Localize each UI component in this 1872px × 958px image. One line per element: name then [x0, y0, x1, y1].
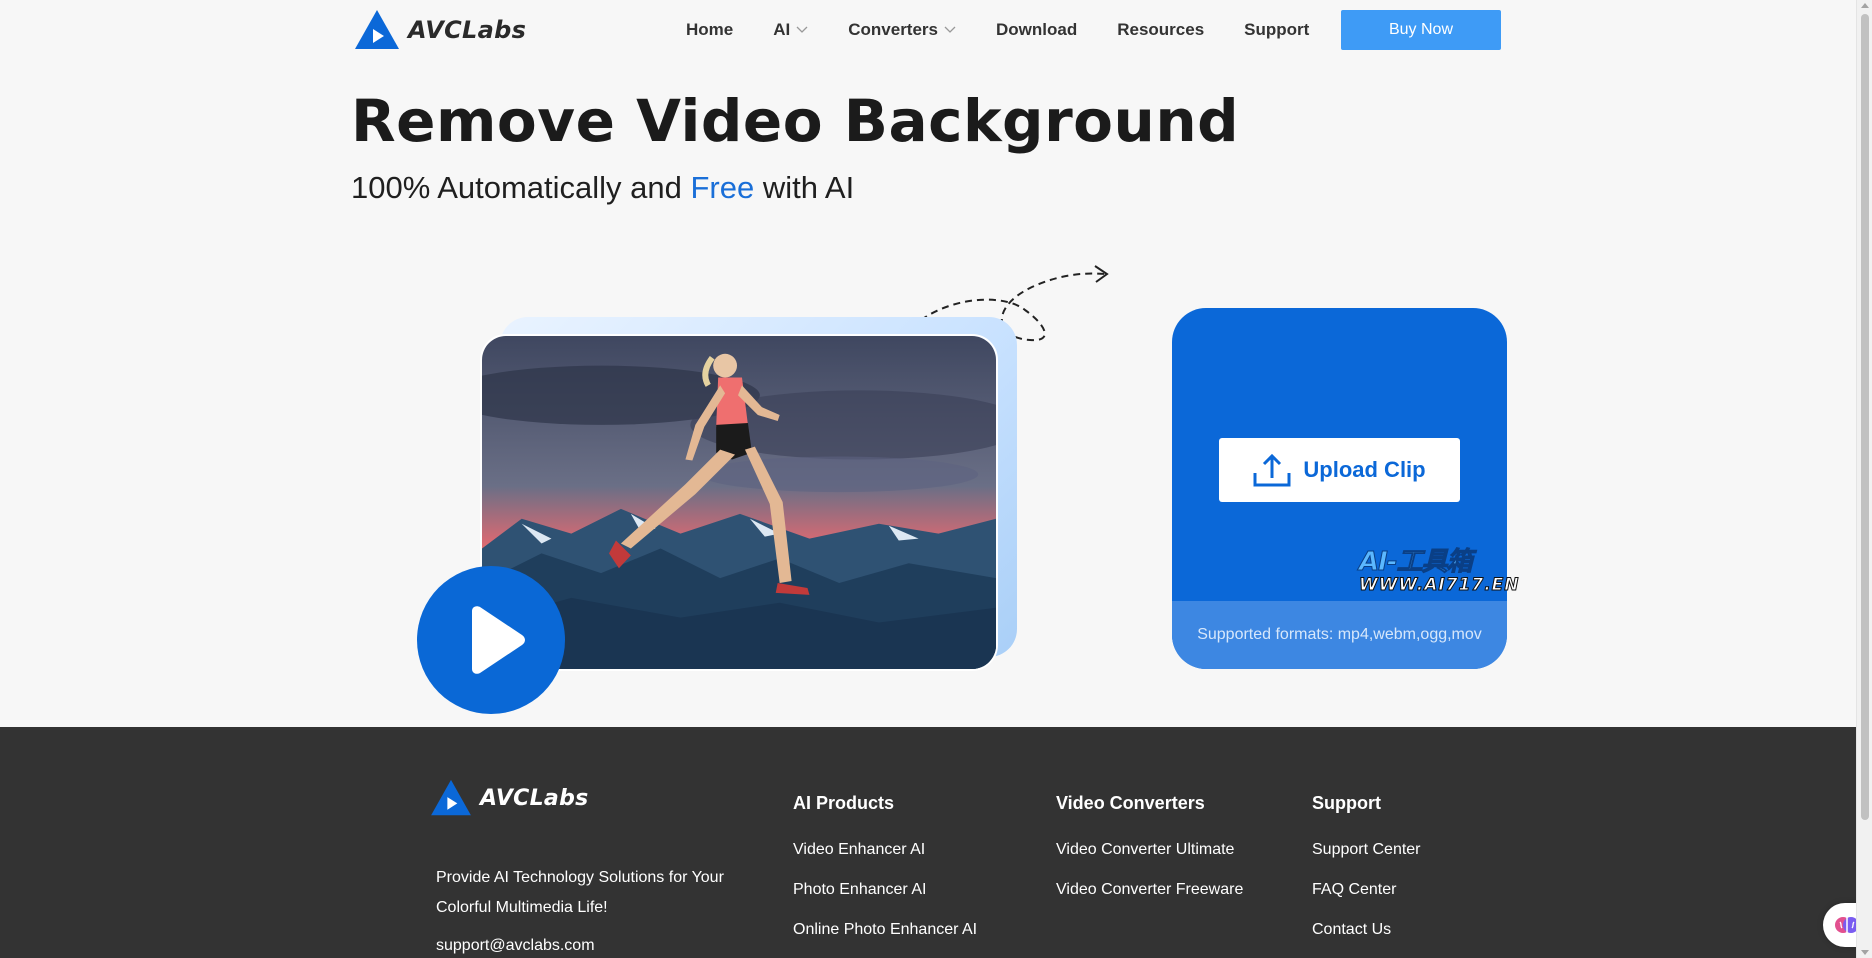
play-icon	[472, 606, 525, 674]
footer-link-video-enhancer[interactable]: Video Enhancer AI	[793, 841, 977, 881]
footer-col-title: Support	[1312, 793, 1381, 813]
page-title: Remove Video Background	[351, 87, 1240, 155]
subtitle-pre: 100% Automatically and	[351, 170, 691, 205]
scroll-up-arrow[interactable]	[1861, 3, 1869, 8]
site-header: AVCLabs Home AI Converters Download Reso…	[0, 0, 1856, 60]
watermark-top: AI-工具箱	[1359, 547, 1474, 577]
footer-col-ai-products: AI Products Video Enhancer AI Photo Enha…	[793, 793, 977, 958]
site-footer: AVCLabs Provide AI Technology Solutions …	[0, 727, 1856, 958]
footer-email[interactable]: support@avclabs.com	[436, 937, 595, 955]
watermark-bottom: WWW.AI717.EN	[1359, 575, 1520, 595]
nav-converters-label: Converters	[848, 20, 938, 39]
nav-home[interactable]: Home	[686, 20, 733, 40]
upload-icon	[1253, 453, 1291, 487]
scroll-thumb[interactable]	[1861, 14, 1869, 820]
buy-now-button[interactable]: Buy Now	[1341, 10, 1501, 50]
footer-col-title: AI Products	[793, 793, 895, 813]
footer-link-online-photo-enhancer[interactable]: Online Photo Enhancer AI	[793, 921, 977, 958]
scroll-down-arrow[interactable]	[1861, 950, 1869, 955]
page-subtitle: 100% Automatically and Free with AI	[351, 170, 854, 206]
watermark: AI-工具箱 WWW.AI717.EN	[1359, 548, 1559, 598]
footer-logo[interactable]: AVCLabs	[430, 779, 589, 817]
footer-col-title: Video Converters	[1056, 793, 1205, 813]
play-button[interactable]	[417, 566, 565, 714]
nav-support-label: Support	[1244, 20, 1310, 39]
nav-download-label: Download	[996, 20, 1078, 39]
nav-resources[interactable]: Resources	[1117, 20, 1204, 40]
chevron-down-icon	[944, 26, 956, 33]
footer-col-support: Support Support Center FAQ Center Contac…	[1312, 793, 1421, 958]
nav-ai[interactable]: AI	[773, 20, 808, 40]
page-scrollbar[interactable]	[1856, 0, 1872, 958]
nav-download[interactable]: Download	[996, 20, 1077, 40]
footer-tagline: Provide AI Technology Solutions for Your…	[436, 869, 724, 916]
nav-home-label: Home	[686, 20, 734, 39]
chevron-down-icon	[796, 26, 808, 33]
header-logo[interactable]: AVCLabs	[354, 9, 526, 51]
footer-col-video-converters: Video Converters Video Converter Ultimat…	[1056, 793, 1243, 921]
footer-link-contact-us[interactable]: Contact Us	[1312, 921, 1421, 958]
subtitle-free: Free	[690, 170, 755, 205]
main-nav: Home AI Converters Download Resources Su…	[686, 20, 1349, 40]
footer-link-converter-ultimate[interactable]: Video Converter Ultimate	[1056, 841, 1243, 881]
upload-clip-label: Upload Clip	[1303, 457, 1426, 482]
avclabs-logo-icon	[431, 779, 471, 816]
nav-resources-label: Resources	[1117, 20, 1205, 39]
nav-support[interactable]: Support	[1244, 20, 1309, 40]
nav-ai-label: AI	[773, 20, 791, 39]
logo-text: AVCLabs	[408, 16, 527, 44]
footer-link-converter-freeware[interactable]: Video Converter Freeware	[1056, 881, 1243, 921]
nav-converters[interactable]: Converters	[848, 20, 956, 40]
footer-link-photo-enhancer[interactable]: Photo Enhancer AI	[793, 881, 977, 921]
footer-link-support-center[interactable]: Support Center	[1312, 841, 1421, 881]
footer-logo-text: AVCLabs	[480, 785, 589, 811]
upload-panel[interactable]: Upload Clip Supported formats: mp4,webm,…	[1172, 308, 1507, 669]
avclabs-logo-icon	[355, 10, 399, 49]
upload-clip-button[interactable]: Upload Clip	[1219, 438, 1460, 502]
footer-link-faq-center[interactable]: FAQ Center	[1312, 881, 1421, 921]
supported-formats: Supported formats: mp4,webm,ogg,mov	[1197, 626, 1482, 643]
subtitle-post: with AI	[754, 170, 855, 205]
